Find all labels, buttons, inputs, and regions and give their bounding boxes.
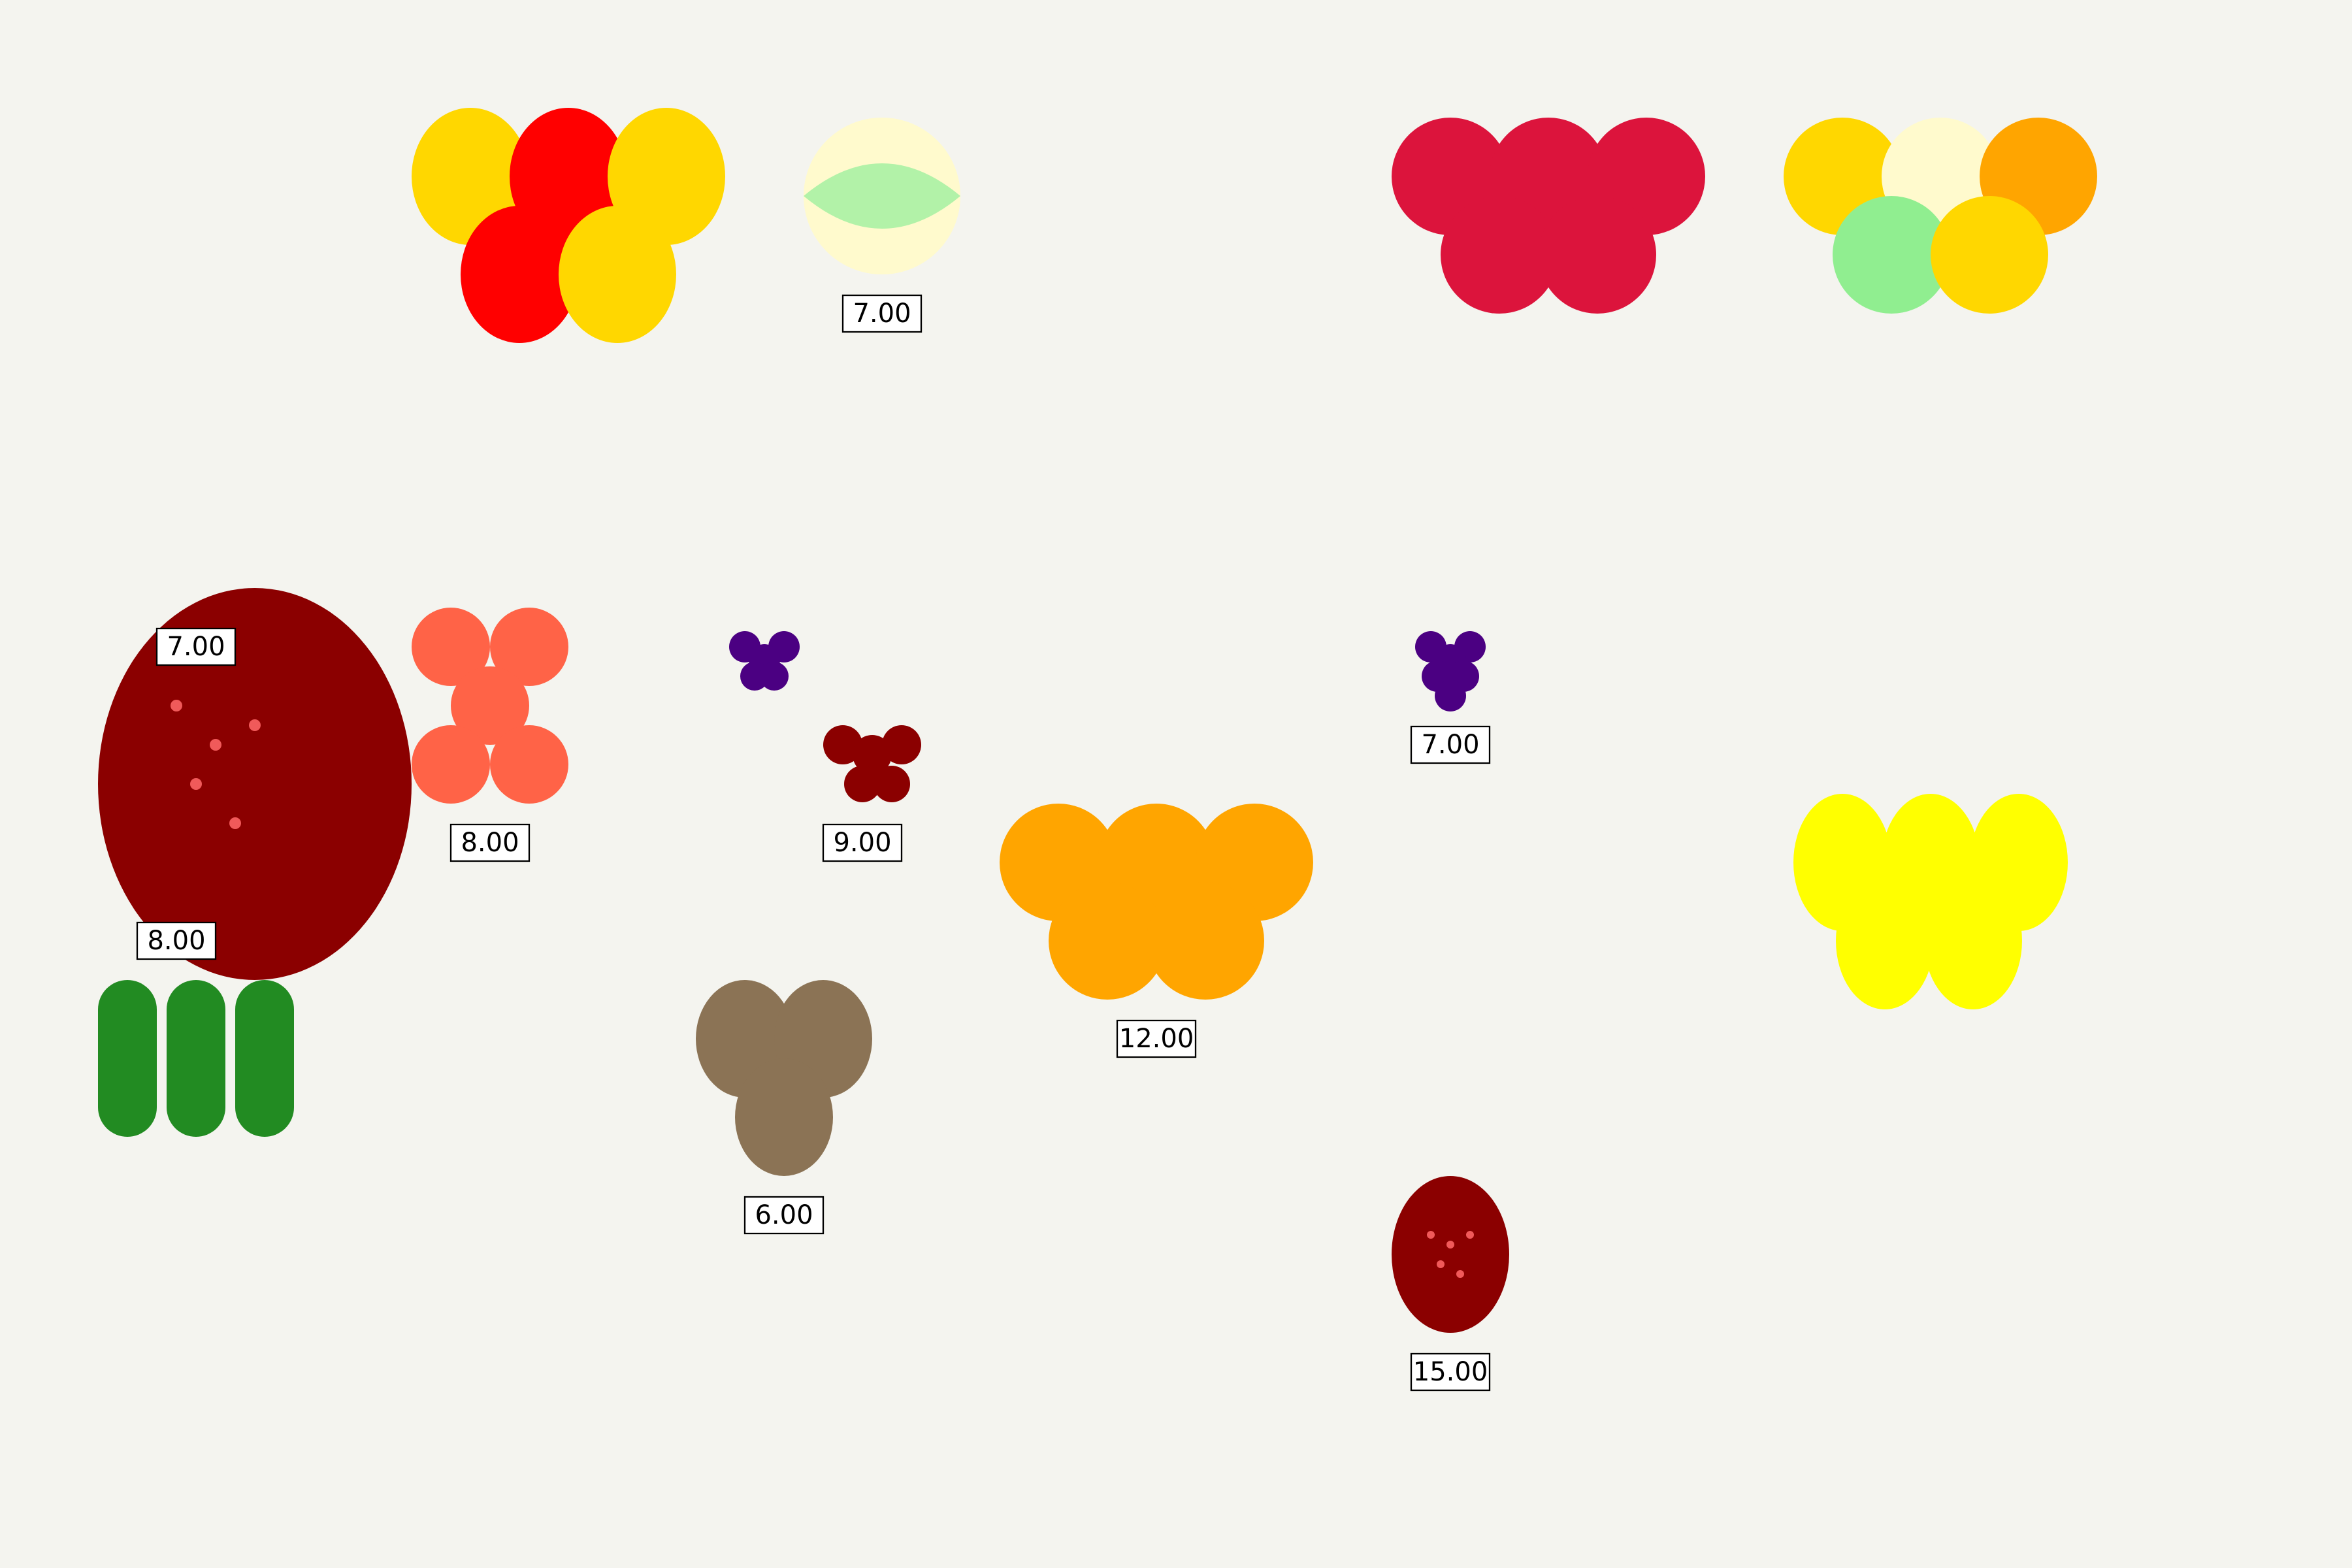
- fruit-orange[interactable]: [1147, 882, 1264, 1000]
- fruit-potatoes[interactable]: [696, 980, 872, 1176]
- price-tag: 12.00: [1116, 1019, 1197, 1058]
- cucumber[interactable]: [167, 980, 225, 1137]
- cucumber[interactable]: [98, 980, 157, 1137]
- fruit-cluster-orange[interactable]: [1000, 804, 1313, 1000]
- potato[interactable]: [735, 1058, 833, 1176]
- price-label: 8.00: [147, 926, 205, 956]
- price-tag: 9.00: [822, 823, 903, 862]
- price-label: 7.00: [167, 632, 225, 662]
- strawberry-seed: [1456, 1270, 1464, 1278]
- cucumber[interactable]: [235, 980, 294, 1137]
- price-label: 6.00: [755, 1200, 813, 1230]
- fruit-yellow[interactable]: [1836, 872, 1934, 1009]
- price-tag: 8.00: [136, 921, 217, 960]
- fruit-grapes-purple[interactable]: [1415, 631, 1486, 711]
- strawberry-seed: [1437, 1260, 1445, 1268]
- grape[interactable]: [1435, 680, 1466, 711]
- price-tag: 15.00: [1410, 1352, 1491, 1392]
- fruit-tomato-4[interactable]: [412, 725, 490, 804]
- fruit-gold-3[interactable]: [559, 206, 676, 343]
- fruit-yellow[interactable]: [1924, 872, 2022, 1009]
- price-label: 8.00: [461, 828, 519, 858]
- strawberry-seed: [1466, 1231, 1474, 1239]
- price-tag: 7.00: [841, 294, 923, 333]
- price-label: 9.00: [833, 828, 891, 858]
- fruit-small-strawberry[interactable]: [1392, 1176, 1509, 1333]
- price-tag: 7.00: [1410, 725, 1491, 764]
- price-label: 12.00: [1119, 1024, 1194, 1054]
- fruit-cluster-mixed[interactable]: [1784, 118, 2097, 314]
- fruit-gold-5[interactable]: [1931, 196, 2048, 314]
- price-label: 15.00: [1413, 1357, 1488, 1387]
- strawberry-seed: [1427, 1231, 1435, 1239]
- strawberry-seed: [1446, 1241, 1454, 1249]
- fruit-crimson-5[interactable]: [1539, 196, 1656, 314]
- fruit-cluster-crimson[interactable]: [1392, 118, 1705, 314]
- game-board: 7.00 7.00 8.00 8.00 9.00 7.00 12.00 6.00…: [98, 108, 2097, 1392]
- price-tag: 8.00: [449, 823, 531, 862]
- price-label: 7.00: [1421, 730, 1479, 760]
- cherry[interactable]: [874, 766, 910, 802]
- fruit-cluster-yellow[interactable]: [1793, 794, 2068, 1009]
- strawberry-seed: [171, 700, 182, 711]
- fruit-tomato-5[interactable]: [490, 725, 568, 804]
- price-tag: 6.00: [743, 1196, 825, 1235]
- fruit-cherries[interactable]: [823, 725, 921, 802]
- fruit-cluster-tomato[interactable]: [412, 608, 568, 804]
- fruit-cluster-gold-red[interactable]: [412, 108, 725, 343]
- strawberry-seed: [249, 719, 261, 731]
- strawberry-body[interactable]: [1392, 1176, 1509, 1333]
- fruit-cucumbers[interactable]: [98, 980, 294, 1137]
- fruit-grapes-small[interactable]: [729, 631, 800, 691]
- price-label: 7.00: [853, 299, 911, 329]
- fruit-melon-slice[interactable]: [804, 118, 960, 274]
- fruit-large-strawberry[interactable]: [98, 588, 412, 980]
- price-tag: 7.00: [155, 627, 237, 666]
- grape[interactable]: [760, 662, 789, 691]
- strawberry-seed: [229, 817, 241, 829]
- strawberry-body[interactable]: [98, 588, 412, 980]
- strawberry-seed: [190, 778, 202, 790]
- strawberry-seed: [210, 739, 221, 751]
